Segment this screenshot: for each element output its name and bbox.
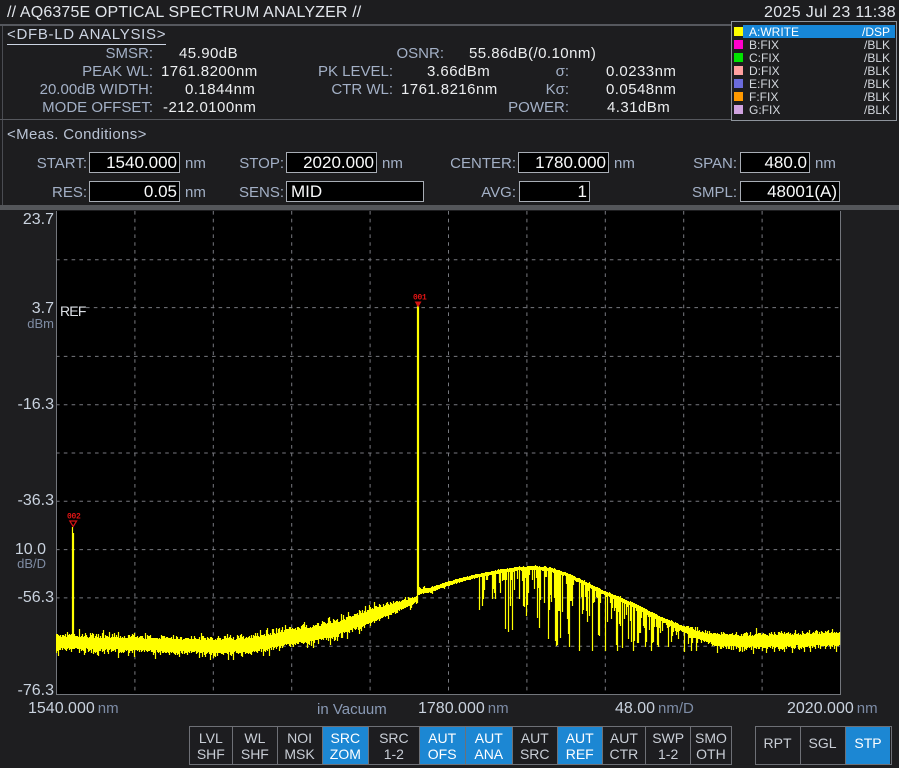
svg-text:002: 002 [67,513,81,522]
svg-text:001: 001 [413,294,427,303]
